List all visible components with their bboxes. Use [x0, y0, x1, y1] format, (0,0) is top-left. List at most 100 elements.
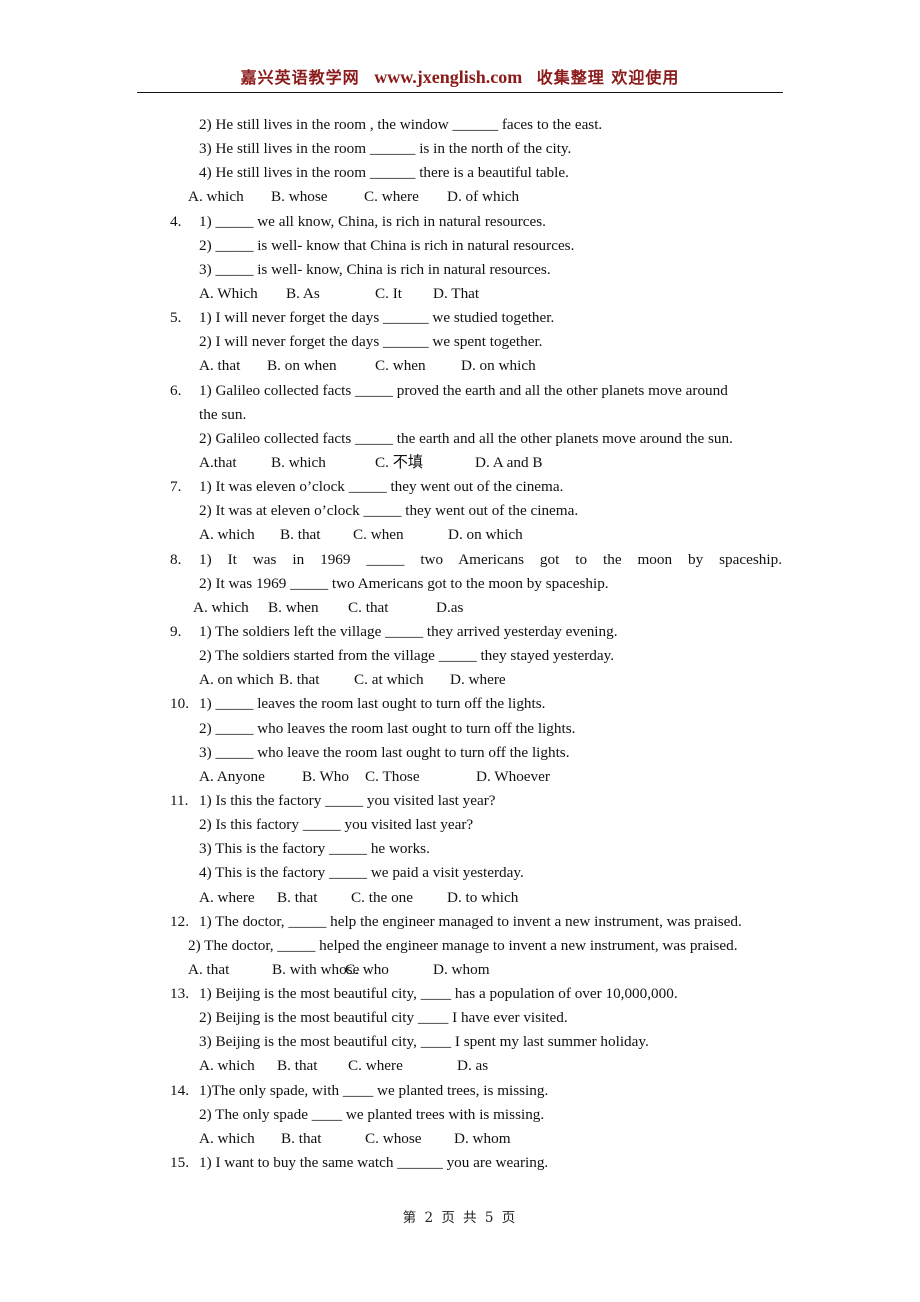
question-line: 2) _____ is well- know that China is ric… — [170, 234, 782, 258]
answer-option: A. which — [199, 526, 255, 544]
question-number: 15. — [170, 1154, 189, 1172]
question-text: 2) _____ who leaves the room last ought … — [199, 719, 576, 737]
answer-option: D. Whoever — [476, 767, 550, 785]
question-text: 2) It was at eleven o’clock _____ they w… — [199, 502, 579, 520]
question-line: 3) This is the factory _____ he works. — [170, 837, 782, 861]
answer-options: A. which B. whose C. where D. of which — [170, 185, 782, 209]
question-number: 8. — [170, 550, 182, 568]
answer-option: D. where — [450, 671, 506, 689]
question-line: 3) Beijing is the most beautiful city, _… — [170, 1030, 782, 1054]
question-line: 2) _____ who leaves the room last ought … — [170, 717, 782, 741]
answer-option: B. that — [277, 888, 318, 906]
answer-option: D. as — [457, 1057, 489, 1075]
question-line: 8. 1) It was in 1969 _____ two Americans … — [170, 548, 782, 572]
answer-option: D. to which — [447, 888, 519, 906]
answer-options: A. Anyone B. Who C. Those D. Whoever — [170, 765, 782, 789]
site-name: 嘉兴英语教学网 — [240, 68, 360, 87]
question-text: 1) It was in 1969 _____ two Americans go… — [199, 550, 782, 568]
answer-options: A. which B. that C. when D. on which — [170, 523, 782, 547]
answer-option: C. at which — [354, 671, 424, 689]
answer-option: C. It — [375, 284, 403, 302]
question-text: 1) The doctor, _____ help the engineer m… — [199, 912, 742, 930]
question-text: 2) Galileo collected facts _____ the ear… — [199, 429, 733, 447]
answer-option: D. whom — [433, 960, 490, 978]
question-line: 3) He still lives in the room ______ is … — [170, 137, 782, 161]
answer-option: D. on which — [461, 357, 536, 375]
question-text: 2) I will never forget the days ______ w… — [199, 333, 543, 351]
question-line: 12. 1) The doctor, _____ help the enginee… — [170, 910, 782, 934]
answer-option: D. That — [433, 284, 480, 302]
answer-option: C. when — [375, 357, 426, 375]
answer-option: C. 不填 — [375, 453, 424, 471]
question-line: 4) He still lives in the room ______ the… — [170, 161, 782, 185]
answer-option: A. Anyone — [199, 767, 265, 785]
question-line: 6. 1) Galileo collected facts _____ prove… — [170, 379, 782, 403]
question-text: 1) _____ we all know, China, is rich in … — [199, 212, 546, 230]
question-line: 2) Galileo collected facts _____ the ear… — [170, 427, 782, 451]
question-number: 4. — [170, 212, 182, 230]
question-line: 2) I will never forget the days ______ w… — [170, 330, 782, 354]
answer-option: B. on when — [267, 357, 337, 375]
answer-option: B. when — [268, 598, 319, 616]
answer-option: D. whom — [454, 1129, 511, 1147]
question-line: 15. 1) I want to buy the same watch _____… — [170, 1151, 782, 1175]
question-line: 11. 1) Is this the factory _____ you visi… — [170, 789, 782, 813]
question-text: 1) _____ leaves the room last ought to t… — [199, 695, 546, 713]
answer-option: B. that — [277, 1057, 318, 1075]
question-text: 1) I want to buy the same watch ______ y… — [199, 1154, 549, 1172]
question-text: 3) Beijing is the most beautiful city, _… — [199, 1033, 649, 1051]
question-line: 2) He still lives in the room , the wind… — [170, 113, 782, 137]
question-line: 13. 1) Beijing is the most beautiful city… — [170, 982, 782, 1006]
question-text: the sun. — [199, 405, 247, 423]
answer-option: B. that — [279, 671, 320, 689]
answer-options: A. on which B. that C. at which D. where — [170, 668, 782, 692]
header-slogan: 收集整理 欢迎使用 — [536, 68, 680, 87]
question-line: 10. 1) _____ leaves the room last ought t… — [170, 692, 782, 716]
answer-option: A. that — [199, 357, 241, 375]
question-text: 3) _____ who leave the room last ought t… — [199, 743, 570, 761]
question-line: 3) _____ is well- know, China is rich in… — [170, 258, 782, 282]
question-number: 13. — [170, 985, 189, 1003]
answer-option: B. Who — [302, 767, 349, 785]
question-list: 2) He still lives in the room , the wind… — [170, 113, 782, 1175]
question-text: 2) The soldiers started from the village… — [199, 647, 615, 665]
answer-options: A. where B. that C. the one D. to which — [170, 886, 782, 910]
question-number: 6. — [170, 381, 182, 399]
question-line: 2) It was at eleven o’clock _____ they w… — [170, 499, 782, 523]
answer-option: A. on which — [199, 671, 274, 689]
question-text: 4) This is the factory _____ we paid a v… — [199, 864, 524, 882]
question-line: 4) This is the factory _____ we paid a v… — [170, 861, 782, 885]
page-header: 嘉兴英语教学网 www.jxenglish.com 收集整理 欢迎使用 — [0, 64, 920, 88]
answer-option: A.that — [199, 453, 237, 471]
question-text: 2) Is this factory _____ you visited las… — [199, 816, 474, 834]
answer-option: A. that — [188, 960, 230, 978]
header-divider — [137, 92, 783, 93]
question-line: 7. 1) It was eleven o’clock _____ they we… — [170, 475, 782, 499]
question-line: 2) The doctor, _____ helped the engineer… — [170, 934, 782, 958]
question-text: 1)The only spade, with ____ we planted t… — [199, 1081, 549, 1099]
answer-option: D. on which — [448, 526, 523, 544]
question-line: 9. 1) The soldiers left the village _____… — [170, 620, 782, 644]
question-line: 2) The soldiers started from the village… — [170, 644, 782, 668]
question-line: the sun. — [170, 403, 782, 427]
question-line: 2) The only spade ____ we planted trees … — [170, 1103, 782, 1127]
question-text: 2) He still lives in the room , the wind… — [199, 116, 603, 133]
question-number: 11. — [170, 791, 189, 809]
question-line: 5. 1) I will never forget the days ______… — [170, 306, 782, 330]
answer-option: B. that — [281, 1129, 322, 1147]
question-text: 3) He still lives in the room ______ is … — [199, 140, 572, 158]
answer-option: C. whose — [365, 1129, 422, 1147]
answer-options: A. that B. with whose C. who D. whom — [170, 958, 782, 982]
answer-option: A. which — [193, 598, 249, 616]
answer-option: C. Those — [365, 767, 420, 785]
answer-option: D. A and B — [475, 453, 543, 471]
answer-option: B. that — [280, 526, 321, 544]
question-text: 2) Beijing is the most beautiful city __… — [199, 1009, 568, 1027]
answer-option: A. which — [188, 188, 244, 206]
question-number: 5. — [170, 309, 182, 327]
answer-option: A. Which — [199, 284, 258, 302]
answer-option: C. who — [345, 960, 389, 978]
question-text: 1) The soldiers left the village _____ t… — [199, 622, 618, 640]
question-text: 3) This is the factory _____ he works. — [199, 840, 430, 858]
question-text: 2) It was 1969 _____ two Americans got t… — [199, 574, 609, 592]
